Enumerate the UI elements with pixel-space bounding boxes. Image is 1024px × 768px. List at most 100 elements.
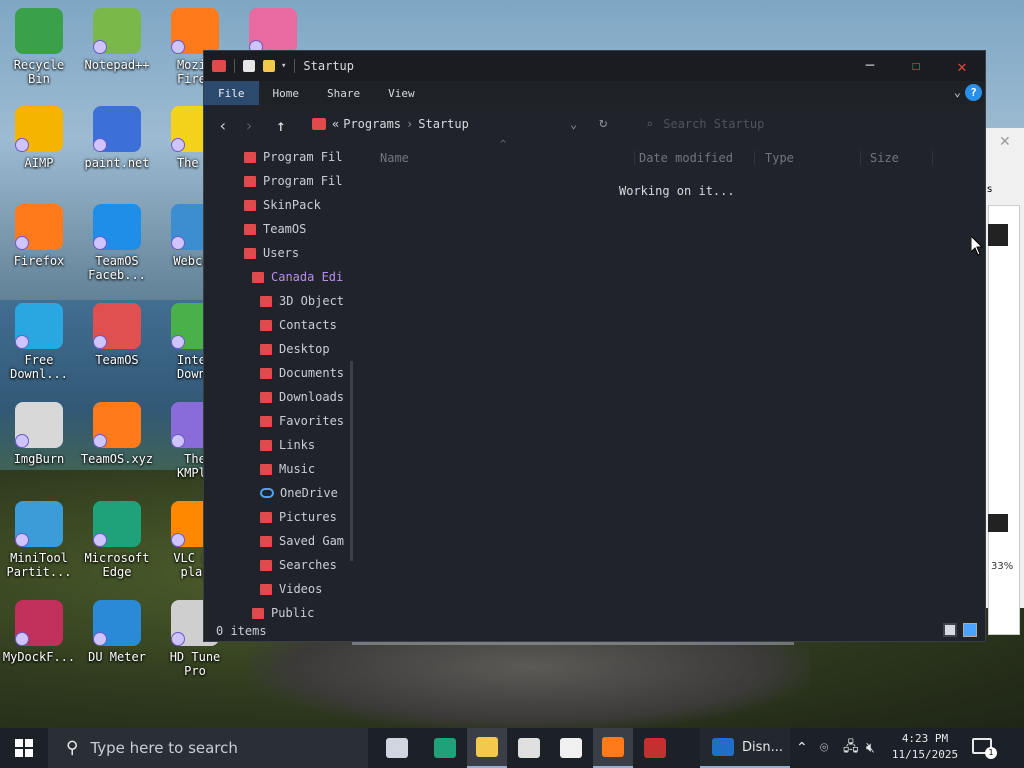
new-folder-icon[interactable] <box>263 60 275 72</box>
taskbar-pinned-app[interactable] <box>377 728 417 768</box>
desktop-icon[interactable]: paint.net <box>78 106 156 170</box>
tab-home[interactable]: Home <box>259 81 314 105</box>
tree-item[interactable]: Contacts <box>260 313 337 337</box>
tree-item[interactable]: Music <box>260 457 315 481</box>
file-explorer-window[interactable]: ▾ Startup ─ ☐ ✕ File Home Share View ⌄ ?… <box>203 50 986 642</box>
tree-item[interactable]: Videos <box>260 577 322 601</box>
tree-item[interactable]: Saved Gam <box>260 529 344 553</box>
tree-item[interactable]: 3D Object <box>260 289 344 313</box>
address-bar-row: ‹ › ↑ « Programs › Startup ⌄ ↻ ⌕ Search … <box>204 105 985 145</box>
tree-item[interactable]: SkinPack <box>244 193 321 217</box>
webcam-tray-icon[interactable]: ⌾ <box>820 728 828 768</box>
network-icon[interactable]: 🖧 <box>843 728 859 768</box>
scrollbar-thumb[interactable] <box>350 361 353 561</box>
properties-icon[interactable] <box>243 60 255 72</box>
column-divider[interactable] <box>634 151 635 165</box>
desktop-icon[interactable]: Microsoft Edge <box>78 501 156 579</box>
volume-muted-icon[interactable]: 🔇︎ <box>866 728 875 768</box>
taskbar-pinned-app[interactable] <box>467 728 507 768</box>
column-divider[interactable] <box>754 151 755 165</box>
tree-item[interactable]: Canada Edi <box>252 265 343 289</box>
tab-view[interactable]: View <box>374 81 429 105</box>
desktop-icon[interactable]: ImgBurn <box>0 402 78 466</box>
close-icon[interactable]: ✕ <box>999 134 1011 150</box>
chevron-down-icon[interactable]: ⌄ <box>570 117 577 131</box>
taskbar-search-box[interactable]: ⚲ Type here to search <box>48 728 368 768</box>
shortcut-arrow-icon <box>15 632 29 646</box>
details-view-icon[interactable] <box>943 623 957 637</box>
tab-file[interactable]: File <box>204 81 259 105</box>
tree-item[interactable]: Users <box>244 241 299 265</box>
file-list[interactable]: ^ Name Date modified Type Size Working o… <box>354 139 985 619</box>
back-arrow-icon[interactable]: ‹ <box>210 116 236 135</box>
taskbar-pinned-app[interactable] <box>593 728 633 768</box>
help-icon[interactable]: ? <box>965 84 982 101</box>
tree-item-label: Searches <box>279 558 337 572</box>
desktop-icon[interactable]: Free Downl... <box>0 303 78 381</box>
taskbar-pinned-app[interactable] <box>635 728 675 768</box>
navigation-pane[interactable]: Program Fil Program Fil SkinPack TeamOS User… <box>204 145 344 619</box>
up-arrow-icon[interactable]: ↑ <box>276 116 286 135</box>
tree-item[interactable]: Public <box>252 601 314 619</box>
tree-item[interactable]: OneDrive <box>260 481 338 505</box>
notification-center-icon[interactable]: 1 <box>972 738 997 759</box>
desktop-icon[interactable]: MiniTool Partit... <box>0 501 78 579</box>
tree-item[interactable]: Favorites <box>260 409 344 433</box>
horizontal-scrollbar[interactable] <box>352 642 794 645</box>
tree-item[interactable]: Documents <box>260 361 344 385</box>
tree-item[interactable]: TeamOS <box>244 217 306 241</box>
column-size[interactable]: Size <box>870 151 899 165</box>
tree-item[interactable]: Desktop <box>260 337 330 361</box>
desktop-icon[interactable]: TeamOS <box>78 303 156 367</box>
taskbar-pinned-app[interactable] <box>425 728 465 768</box>
column-date-modified[interactable]: Date modified <box>639 151 733 165</box>
desktop-icon[interactable]: DU Meter <box>78 600 156 664</box>
breadcrumb-overflow[interactable]: « <box>332 117 339 131</box>
customize-toolbar-icon[interactable]: ▾ <box>281 61 286 71</box>
refresh-icon[interactable]: ↻ <box>599 115 607 131</box>
taskbar-app-disney[interactable]: Disn... <box>700 728 790 768</box>
close-button[interactable]: ✕ <box>939 51 985 81</box>
breadcrumb[interactable]: « Programs › Startup <box>312 117 469 131</box>
desktop-icon[interactable]: Recycle Bin <box>0 8 78 86</box>
tree-item[interactable]: Searches <box>260 553 337 577</box>
forward-arrow-icon[interactable]: › <box>236 116 262 135</box>
tree-item[interactable]: Program Fil <box>244 145 342 169</box>
column-divider[interactable] <box>932 151 933 165</box>
tree-item[interactable]: Links <box>260 433 315 457</box>
folder-icon <box>260 343 272 355</box>
column-name[interactable]: Name <box>380 151 409 165</box>
tree-item[interactable]: Downloads <box>260 385 344 409</box>
taskbar-pinned-app[interactable] <box>551 728 591 768</box>
time: 4:23 PM <box>901 732 949 745</box>
desktop-icon[interactable]: TeamOS Faceb... <box>78 204 156 282</box>
onedrive-cloud-icon <box>260 488 274 498</box>
tab-share[interactable]: Share <box>313 81 374 105</box>
desktop-icon[interactable]: AIMP <box>0 106 78 170</box>
desktop-icon-label: DU Meter <box>88 650 146 664</box>
background-window[interactable]: ✕ s 33% <box>984 128 1024 635</box>
breadcrumb-startup[interactable]: Startup <box>418 117 469 131</box>
app-red-icon <box>644 738 666 758</box>
desktop-icon[interactable]: Firefox <box>0 204 78 268</box>
background-percent: 33% <box>991 561 1014 572</box>
breadcrumb-programs[interactable]: Programs <box>343 117 401 131</box>
maximize-button[interactable]: ☐ <box>893 51 939 81</box>
desktop-icon[interactable]: MyDockF... <box>0 600 78 664</box>
background-tab[interactable]: s <box>987 184 992 195</box>
clock[interactable]: 4:23 PM 11/15/2025 <box>885 731 965 763</box>
show-hidden-icons-button[interactable]: ⌃ <box>796 728 808 768</box>
minimize-button[interactable]: ─ <box>847 51 893 81</box>
taskbar-pinned-app[interactable] <box>509 728 549 768</box>
desktop-icon[interactable]: TeamOS.xyz <box>78 402 156 466</box>
large-icons-view-icon[interactable] <box>963 623 977 637</box>
chevron-down-icon[interactable]: ⌄ <box>954 85 961 99</box>
search-input[interactable]: ⌕ Search Startup <box>646 117 764 131</box>
column-type[interactable]: Type <box>765 151 794 165</box>
column-divider[interactable] <box>860 151 861 165</box>
tree-item[interactable]: Pictures <box>260 505 337 529</box>
title-bar[interactable]: ▾ Startup ─ ☐ ✕ <box>204 51 985 81</box>
start-button[interactable] <box>0 728 48 768</box>
desktop-icon[interactable]: Notepad++ <box>78 8 156 72</box>
tree-item[interactable]: Program Fil <box>244 169 342 193</box>
